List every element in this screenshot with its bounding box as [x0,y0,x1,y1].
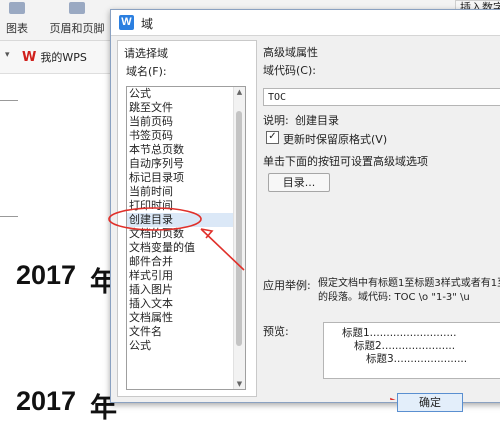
field-list-item[interactable]: 样式引用 [127,269,235,283]
tab-my-wps[interactable]: W 我的WPS [22,48,87,66]
wps-logo-icon: W [22,49,37,65]
advanced-properties-title: 高级域属性 [263,46,318,59]
document-text-year: 2017 [16,260,77,290]
description-value: 创建目录 [295,114,339,127]
example-label: 应用举例: [263,279,311,292]
field-list-item[interactable]: 公式 [127,339,235,353]
field-list-item[interactable]: 插入文本 [127,297,235,311]
field-name-list[interactable]: 公式 跳至文件 当前页码 书签页码 本节总页数 自动序列号 标记目录项 当前时间 打印时间 创建目… [126,86,246,390]
scroll-down-icon[interactable]: ▼ [234,379,245,389]
field-list-items: 公式 跳至文件 当前页码 书签页码 本节总页数 自动序列号 标记目录项 当前时间 打印时间 创建目… [127,87,235,353]
dialog-titlebar[interactable]: W 域 [111,10,500,36]
field-list-item[interactable]: 自动序列号 [127,157,235,171]
field-list-item[interactable]: 本节总页数 [127,143,235,157]
advanced-properties-pane: 高级域属性 域代码(C): TOC 说明: 创建目录 ✓ 更新时保留原格式(V)… [261,40,500,395]
advanced-options-hint: 单击下面的按钮可设置高级域选项 [263,155,428,168]
field-list-item[interactable]: 文档属性 [127,311,235,325]
scroll-up-icon[interactable]: ▲ [234,87,245,97]
chart-button[interactable]: 图表 [2,0,32,40]
field-list-item[interactable]: 标记目录项 [127,171,235,185]
margin-marker [0,216,18,217]
keep-format-checkbox[interactable]: ✓ [266,131,279,144]
field-dialog: W 域 请选择域 域名(F): 公式 跳至文件 当前页码 书签页码 本节总页数 自动序列号… [110,9,500,403]
chart-icon [9,2,25,14]
document-text-year: 2017 [16,386,77,416]
field-list-item[interactable]: 邮件合并 [127,255,235,269]
scroll-thumb[interactable] [236,111,242,346]
list-scrollbar[interactable]: ▲ ▼ [233,87,245,389]
field-code-label: 域代码(C): [263,64,316,77]
field-list-item[interactable]: 文件名 [127,325,235,339]
header-footer-label: 页眉和页脚 [49,22,105,35]
dialog-title: 域 [141,17,154,31]
field-list-item[interactable]: 创建目录 [127,213,235,227]
tab-my-wps-label: 我的WPS [40,51,87,64]
header-footer-button[interactable]: 页眉和页脚 [48,0,106,40]
select-field-title: 请选择域 [124,47,168,60]
example-text: 假定文档中有标题1至标题3样式或者有1至3的段落。域代码: TOC \o "1-… [318,278,500,303]
field-code-input[interactable]: TOC [263,88,500,106]
field-select-pane: 请选择域 域名(F): 公式 跳至文件 当前页码 书签页码 本节总页数 自动序列号 标记目录… [117,40,257,397]
description-label: 说明: [263,114,289,127]
field-list-item[interactable]: 公式 [127,87,235,101]
preview-heading-3: 标题3...................... [366,353,468,365]
field-list-item[interactable]: 当前页码 [127,115,235,129]
preview-box: 标题1.......................... 标题2.......… [323,322,500,379]
field-list-item[interactable]: 书签页码 [127,129,235,143]
chart-label: 图表 [6,22,28,35]
keep-format-label: 更新时保留原格式(V) [283,133,388,146]
tab-dropdown-icon[interactable]: ▾ [5,50,10,60]
field-list-item[interactable]: 插入图片 [127,283,235,297]
field-list-item[interactable]: 打印时间 [127,199,235,213]
field-list-item[interactable]: 当前时间 [127,185,235,199]
preview-label: 预览: [263,325,289,338]
field-list-item[interactable]: 跳至文件 [127,101,235,115]
toc-options-button[interactable]: 目录... [268,173,330,192]
field-name-label: 域名(F): [126,65,167,78]
ok-button[interactable]: 确定 [397,393,463,412]
field-list-item[interactable]: 文档变量的值 [127,241,235,255]
field-list-item[interactable]: 文档的页数 [127,227,235,241]
wps-app-icon: W [119,15,134,30]
margin-marker [0,100,18,101]
header-footer-icon [69,2,85,14]
